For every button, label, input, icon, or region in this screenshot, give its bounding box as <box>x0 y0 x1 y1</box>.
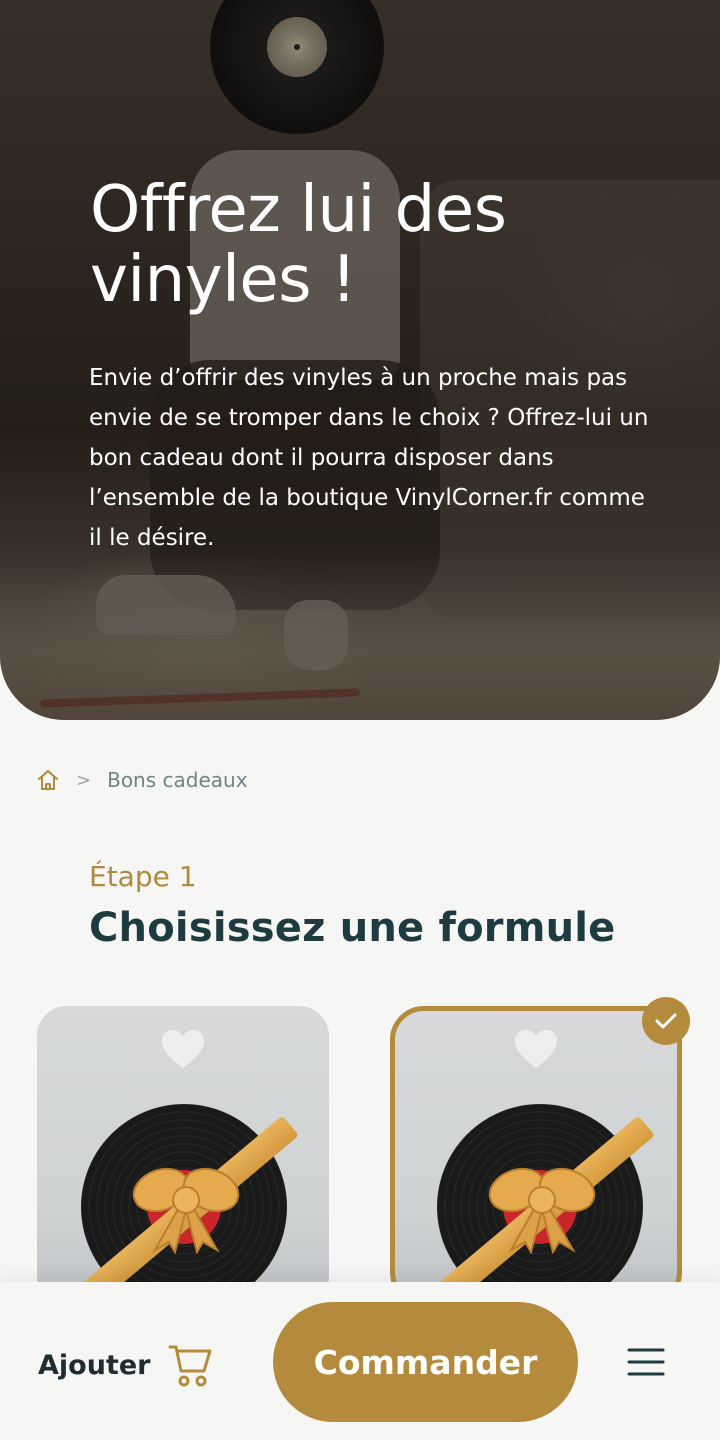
bow-icon <box>131 1154 241 1255</box>
breadcrumb-separator: > <box>76 769 92 791</box>
hero-title: Offrez lui des vinyles ! <box>90 173 507 317</box>
formula-card[interactable] <box>37 1006 329 1306</box>
heart-icon[interactable] <box>513 1028 559 1070</box>
check-icon <box>642 997 690 1045</box>
order-button[interactable]: Commander <box>273 1302 578 1422</box>
step-title: Choisissez une formule <box>89 905 616 951</box>
hero-description: Envie d’offrir des vinyles à un proche m… <box>89 365 649 551</box>
bow-icon <box>487 1154 597 1255</box>
add-to-cart-button[interactable]: Ajouter <box>38 1340 214 1390</box>
gift-vinyl-image <box>81 1104 299 1306</box>
menu-icon[interactable] <box>626 1346 666 1378</box>
heart-icon[interactable] <box>160 1028 206 1070</box>
breadcrumb-current[interactable]: Bons cadeaux <box>107 768 247 792</box>
gift-vinyl-image <box>437 1104 655 1301</box>
step-label: Étape 1 <box>89 860 197 893</box>
cart-icon <box>168 1343 214 1387</box>
add-to-cart-label: Ajouter <box>38 1349 151 1381</box>
bottom-action-bar: Ajouter Commander <box>0 1282 720 1440</box>
formula-card-selected[interactable] <box>390 1006 682 1306</box>
page: Offrez lui des vinyles ! Envie d’offrir … <box>0 0 720 1440</box>
hero-banner: Offrez lui des vinyles ! Envie d’offrir … <box>0 0 720 720</box>
home-icon[interactable] <box>36 768 60 792</box>
breadcrumb: > Bons cadeaux <box>36 762 248 798</box>
